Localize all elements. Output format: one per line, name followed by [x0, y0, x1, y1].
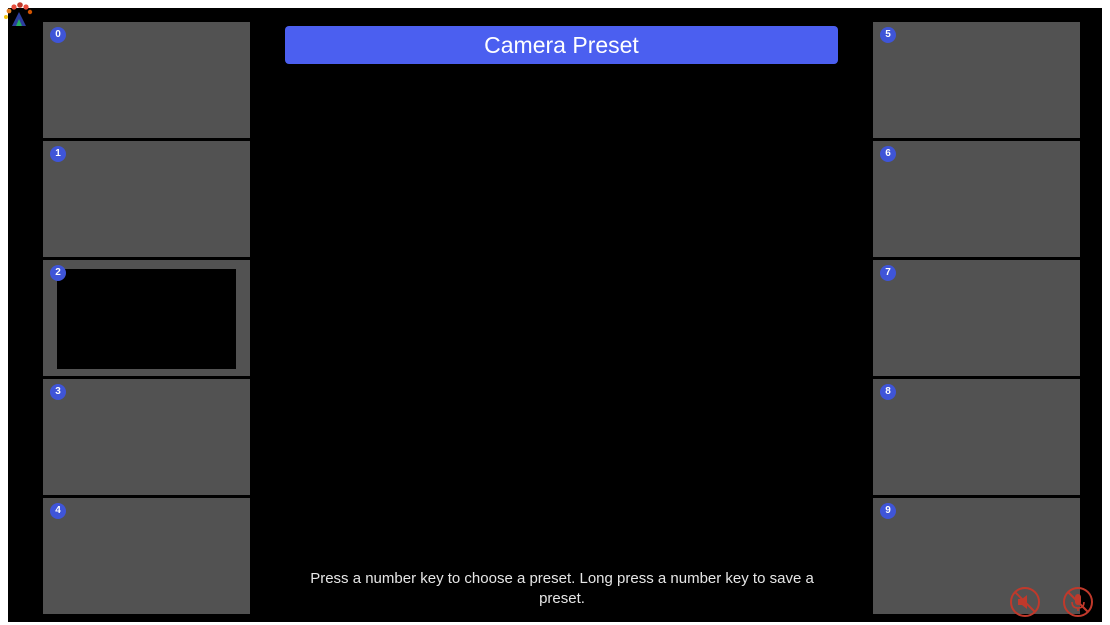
preset-tile-4[interactable]: 4: [43, 498, 250, 614]
microphone-muted-icon: [1063, 587, 1093, 617]
preset-number-badge: 0: [50, 27, 66, 43]
preset-tile-7[interactable]: 7: [873, 260, 1080, 376]
preset-number-badge: 9: [880, 503, 896, 519]
preset-tile-5[interactable]: 5: [873, 22, 1080, 138]
preset-number-badge: 7: [880, 265, 896, 281]
preset-tile-9[interactable]: 9: [873, 498, 1080, 614]
app-logo-icon: [4, 2, 33, 26]
preset-number-badge: 8: [880, 384, 896, 400]
preset-tile-1[interactable]: 1: [43, 141, 250, 257]
instructions-text: Press a number key to choose a preset. L…: [310, 570, 814, 607]
preset-tile-6[interactable]: 6: [873, 141, 1080, 257]
preset-thumbnail: [57, 269, 236, 369]
preset-number-badge: 1: [50, 146, 66, 162]
preset-number-badge: 5: [880, 27, 896, 43]
preset-tile-3[interactable]: 3: [43, 379, 250, 495]
speaker-muted-icon: [1010, 587, 1040, 617]
preset-number-badge: 6: [880, 146, 896, 162]
page-title: Camera Preset: [285, 26, 838, 64]
preset-number-badge: 2: [50, 265, 66, 281]
camera-preset-screen: 0 1 2 3 4 5 6 7 8 9 Camera Preset Press …: [8, 8, 1102, 622]
preset-number-badge: 4: [50, 503, 66, 519]
preset-tile-2[interactable]: 2: [43, 260, 250, 376]
preset-tile-8[interactable]: 8: [873, 379, 1080, 495]
preset-number-badge: 3: [50, 384, 66, 400]
preset-tile-0[interactable]: 0: [43, 22, 250, 138]
